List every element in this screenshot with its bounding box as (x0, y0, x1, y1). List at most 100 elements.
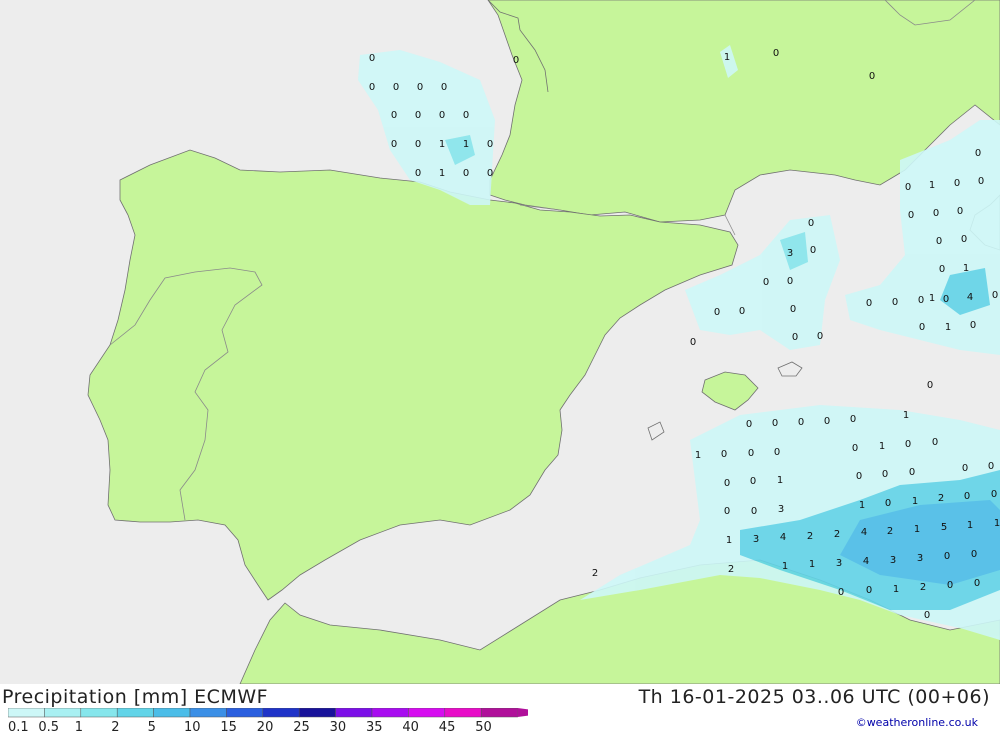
legend-swatch (480, 708, 518, 718)
credit-link[interactable]: ©weatheronline.co.uk (856, 716, 978, 729)
value-label: 1 (903, 410, 909, 421)
value-label: 0 (463, 168, 469, 179)
legend-swatch (189, 708, 227, 718)
legend-swatch (153, 708, 191, 718)
value-label: 0 (724, 506, 730, 517)
value-label: 0 (908, 210, 914, 221)
value-label: 1 (695, 450, 701, 461)
value-label: 2 (834, 529, 840, 540)
value-label: 0 (885, 498, 891, 509)
value-label: 0 (905, 439, 911, 450)
value-label: 0 (961, 234, 967, 245)
legend-swatch (262, 708, 300, 718)
value-label: 1 (929, 180, 935, 191)
value-label: 1 (726, 535, 732, 546)
value-label: 0 (988, 461, 994, 472)
legend-label: 15 (220, 720, 237, 732)
value-label: 1 (859, 500, 865, 511)
value-label: 0 (924, 610, 930, 621)
value-label: 3 (917, 553, 923, 564)
value-label: 4 (967, 292, 973, 303)
value-label: 0 (974, 578, 980, 589)
value-label: 0 (850, 414, 856, 425)
value-label: 0 (991, 489, 997, 500)
value-label: 0 (790, 304, 796, 315)
value-label: 4 (780, 532, 786, 543)
value-label: 3 (836, 558, 842, 569)
value-label: 0 (787, 276, 793, 287)
legend-label: 45 (439, 720, 456, 732)
legend-swatch (444, 708, 482, 718)
value-label: 0 (905, 182, 911, 193)
value-label: 0 (936, 236, 942, 247)
value-label: 0 (792, 332, 798, 343)
legend-labels: 0.1 0.5 1 2 5 10 15 20 25 30 35 40 45 50 (8, 720, 492, 732)
value-label: 0 (944, 551, 950, 562)
value-label: 0 (962, 463, 968, 474)
legend-label: 50 (475, 720, 492, 732)
value-label: 0 (513, 55, 519, 66)
value-label: 0 (943, 294, 949, 305)
value-label: 1 (929, 293, 935, 304)
value-label: 1 (914, 524, 920, 535)
legend-label: 35 (366, 720, 383, 732)
value-label: 0 (882, 469, 888, 480)
value-label: 1 (439, 139, 445, 150)
value-label: 0 (852, 443, 858, 454)
value-label: 4 (861, 527, 867, 538)
value-label: 0 (798, 417, 804, 428)
value-label: 0 (978, 176, 984, 187)
value-label: 1 (967, 520, 973, 531)
value-label: 3 (787, 248, 793, 259)
value-label: 0 (415, 139, 421, 150)
value-label: 0 (824, 416, 830, 427)
legend-arrow (517, 708, 528, 717)
value-label: 1 (893, 584, 899, 595)
legend-swatch (408, 708, 446, 718)
value-label: 0 (947, 580, 953, 591)
value-label: 4 (863, 556, 869, 567)
value-label: 0 (808, 218, 814, 229)
value-label: 0 (992, 290, 998, 301)
legend-label: 0.1 (8, 720, 29, 732)
value-label: 5 (941, 522, 947, 533)
value-label: 0 (391, 110, 397, 121)
value-label: 0 (369, 53, 375, 64)
value-label: 0 (739, 306, 745, 317)
value-label: 1 (945, 322, 951, 333)
legend-label: 0.5 (38, 720, 59, 732)
legend-swatch (335, 708, 373, 718)
value-label: 0 (856, 471, 862, 482)
value-label: 0 (487, 168, 493, 179)
value-label: 0 (750, 476, 756, 487)
value-label: 0 (774, 447, 780, 458)
value-label: 1 (439, 168, 445, 179)
legend-swatch (371, 708, 409, 718)
value-label: 2 (938, 493, 944, 504)
legend-label: 1 (75, 720, 83, 732)
value-label: 2 (920, 582, 926, 593)
precipitation-map: 0 0 0 0 0 0 0 0 0 0 0 0 1 1 0 0 1 0 0 0 … (0, 0, 1000, 684)
value-label: 3 (890, 555, 896, 566)
value-label: 0 (919, 322, 925, 333)
map-title: Precipitation [mm] ECMWF (2, 686, 269, 708)
value-label: 0 (748, 448, 754, 459)
value-label: 2 (887, 526, 893, 537)
value-label: 0 (964, 491, 970, 502)
value-label: 0 (463, 110, 469, 121)
legend-swatch (8, 708, 45, 718)
value-label: 1 (724, 52, 730, 63)
value-label: 0 (773, 48, 779, 59)
legend-swatch (44, 708, 82, 718)
value-label: 0 (866, 585, 872, 596)
value-label: 1 (994, 518, 1000, 529)
value-label: 1 (782, 561, 788, 572)
value-label: 0 (918, 295, 924, 306)
value-label: 0 (763, 277, 769, 288)
value-label: 1 (879, 441, 885, 452)
value-label: 1 (809, 559, 815, 570)
valid-time: Th 16-01-2025 03..06 UTC (00+06) (638, 686, 990, 708)
value-label: 0 (932, 437, 938, 448)
value-label: 0 (439, 110, 445, 121)
value-label: 0 (810, 245, 816, 256)
